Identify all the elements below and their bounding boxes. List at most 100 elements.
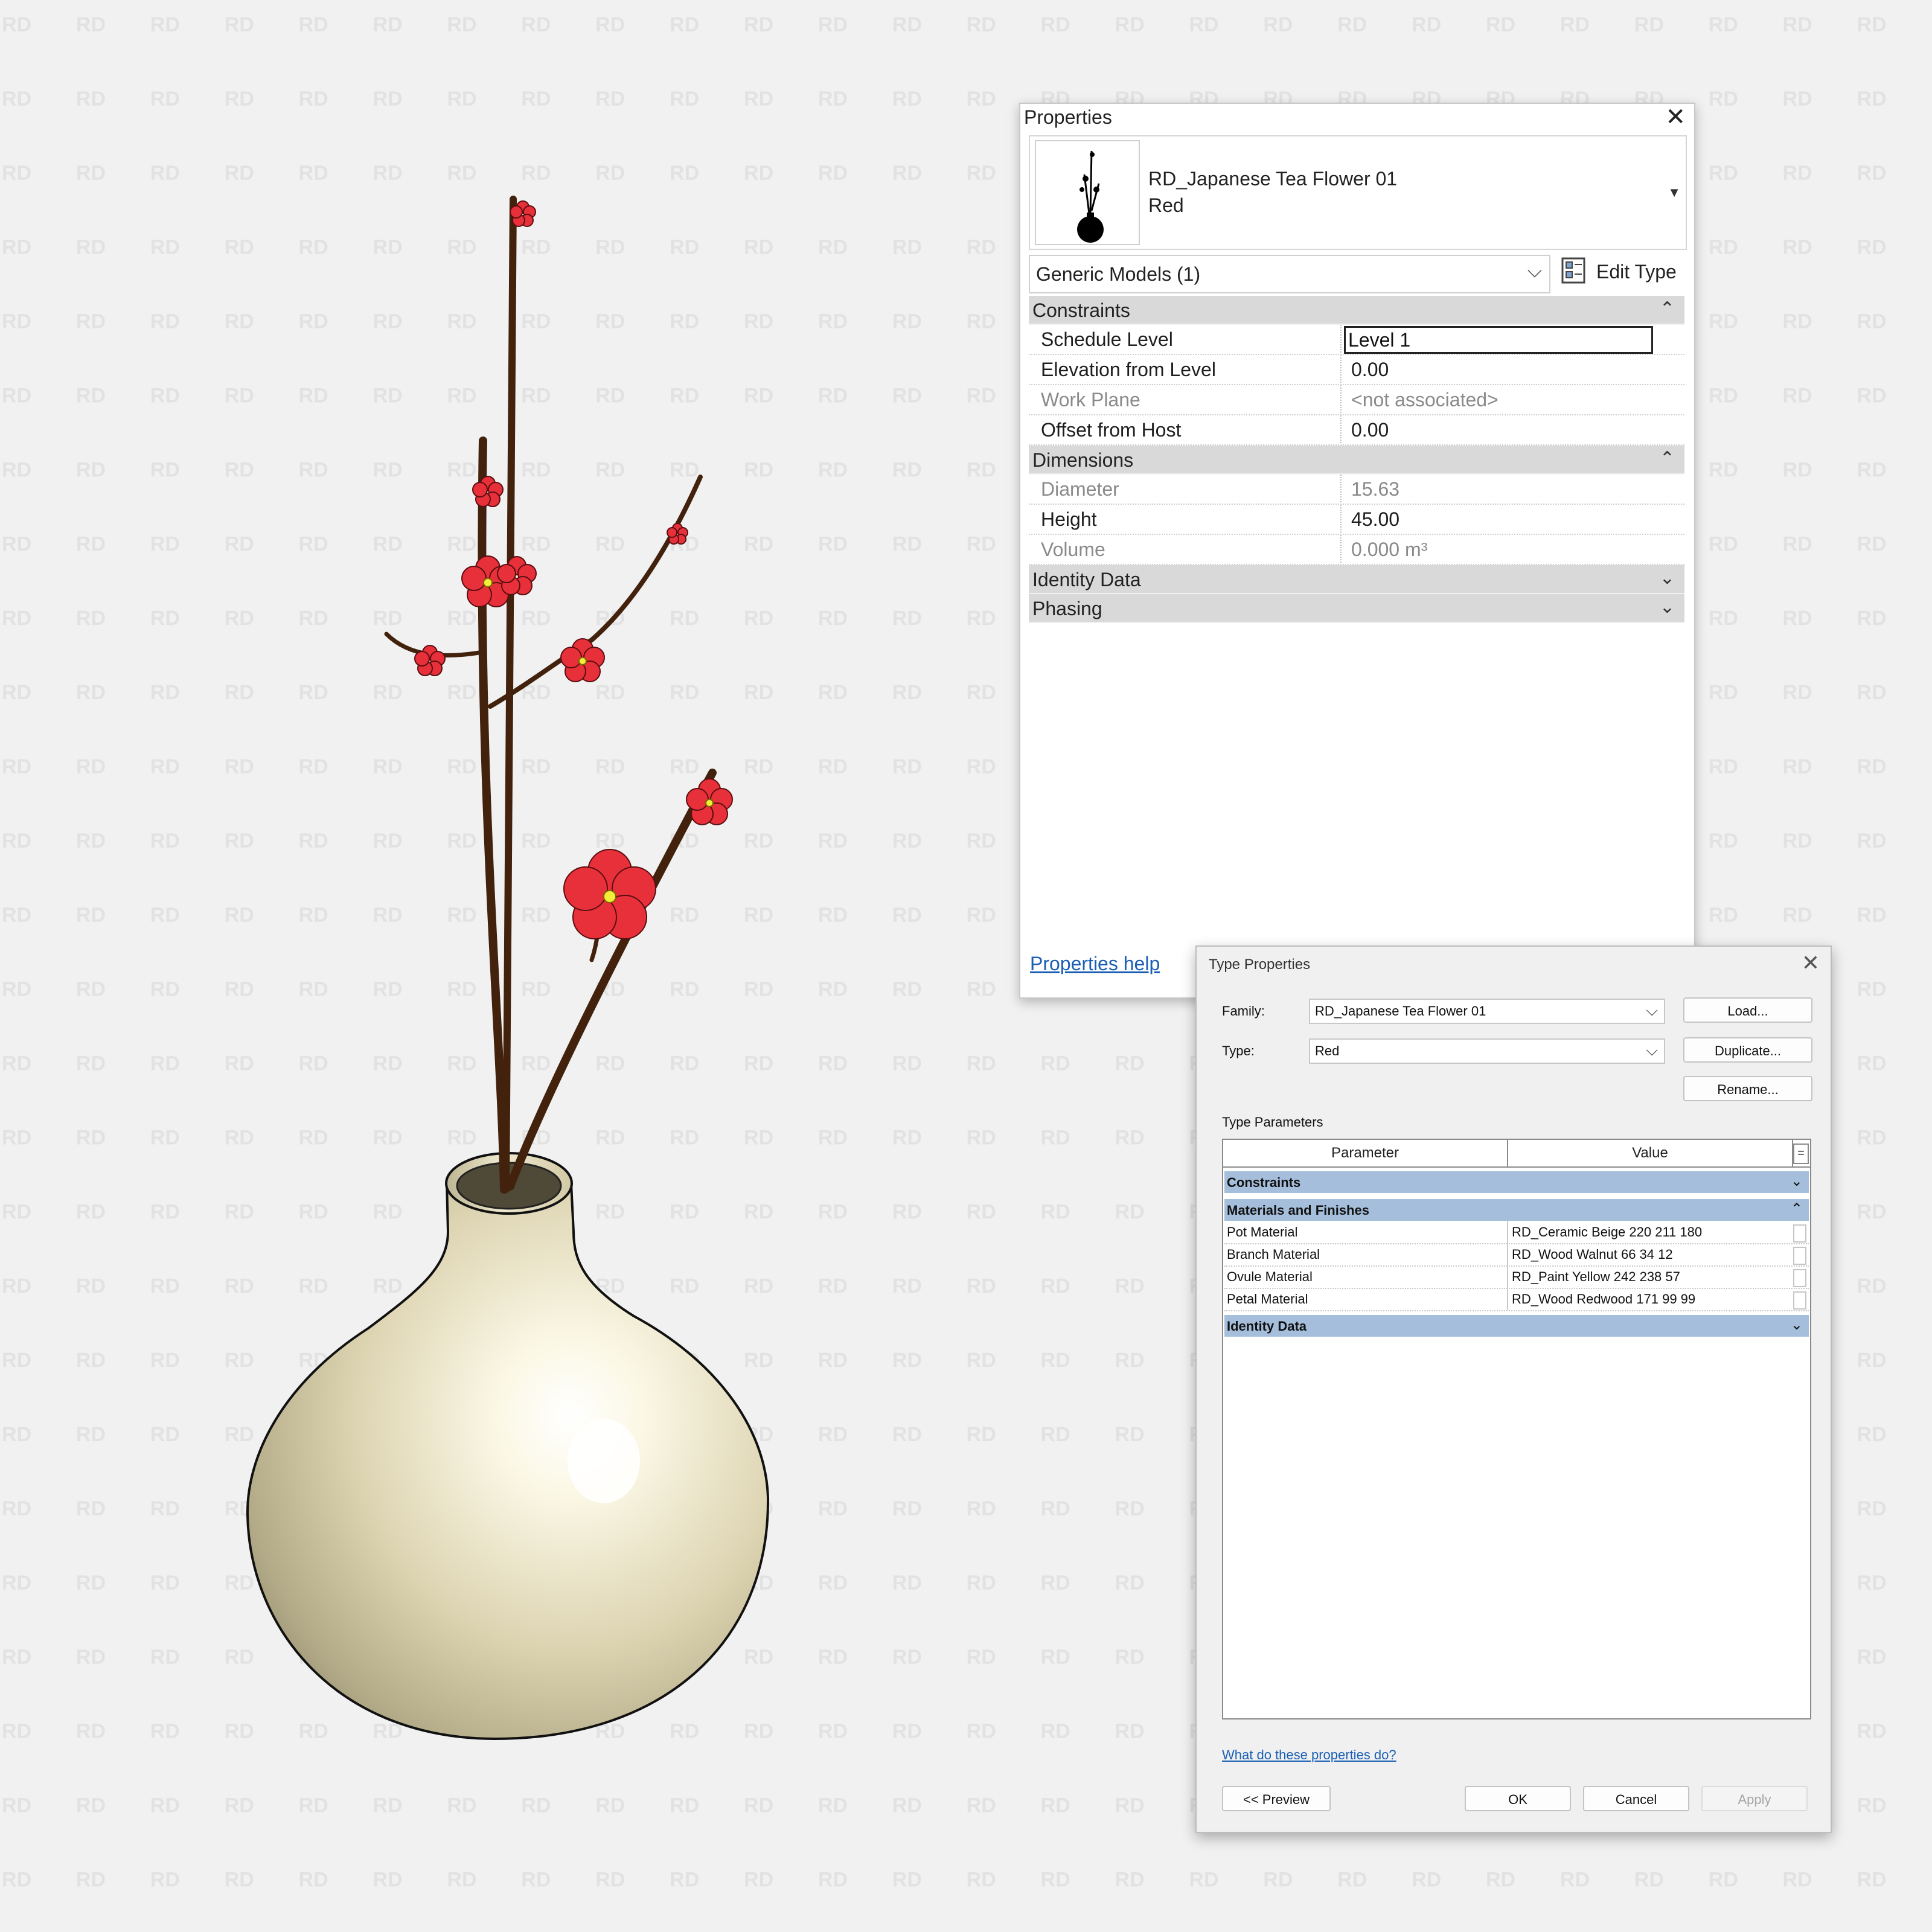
property-row-elevation[interactable]: Elevation from Level 0.00: [1029, 355, 1684, 385]
property-name: Work Plane: [1041, 389, 1140, 411]
property-value[interactable]: 45.00: [1351, 508, 1399, 531]
property-row-height[interactable]: Height 45.00: [1029, 505, 1684, 535]
group-constraints[interactable]: Constraints ⌄: [1224, 1171, 1809, 1193]
family-label: Family:: [1222, 1003, 1265, 1019]
vase-thumbnail-icon: [1035, 140, 1140, 245]
group-label: Identity Data: [1227, 1319, 1307, 1334]
group-label: Materials and Finishes: [1227, 1203, 1369, 1218]
expand-icon[interactable]: ⌄: [1791, 1316, 1803, 1334]
type-family-name: RD_Japanese Tea Flower 01: [1148, 168, 1398, 190]
load-button[interactable]: Load...: [1683, 997, 1812, 1023]
edit-type-label: Edit Type: [1596, 261, 1677, 283]
apply-button[interactable]: Apply: [1701, 1786, 1808, 1811]
family-select-value: RD_Japanese Tea Flower 01: [1315, 1003, 1486, 1019]
type-select[interactable]: Red ⌵: [1309, 1038, 1665, 1064]
cancel-button[interactable]: Cancel: [1583, 1786, 1689, 1811]
group-constraints[interactable]: Constraints ⌃: [1029, 296, 1684, 325]
property-name: Volume: [1041, 539, 1105, 560]
browse-material-button[interactable]: [1793, 1224, 1806, 1243]
category-filter-value: Generic Models (1): [1036, 263, 1201, 285]
type-properties-dialog: Type Properties ✕ Family: RD_Japanese Te…: [1195, 945, 1832, 1833]
group-label: Constraints: [1227, 1175, 1301, 1190]
property-name: Offset from Host: [1041, 419, 1182, 441]
close-icon[interactable]: ✕: [1665, 104, 1686, 130]
vase-branches: [384, 196, 717, 1194]
property-row-diameter: Diameter 15.63: [1029, 475, 1684, 505]
browse-material-button[interactable]: [1793, 1247, 1806, 1265]
parameter-name: Petal Material: [1227, 1291, 1308, 1307]
property-value: <not associated>: [1351, 389, 1499, 411]
property-value: 15.63: [1351, 478, 1400, 500]
table-row[interactable]: Pot Material RD_Ceramic Beige 220 211 18…: [1224, 1221, 1809, 1244]
expand-icon[interactable]: ⌄: [1660, 568, 1675, 589]
property-name: Diameter: [1041, 478, 1119, 500]
group-phasing[interactable]: Phasing ⌄: [1029, 594, 1684, 623]
edit-type-icon: [1561, 257, 1585, 284]
properties-help-link[interactable]: Properties help: [1030, 953, 1160, 975]
table-header: Parameter Value =: [1223, 1140, 1810, 1168]
table-row[interactable]: Branch Material RD_Wood Walnut 66 34 12: [1224, 1243, 1809, 1267]
property-name: Schedule Level: [1041, 328, 1173, 350]
group-dimensions[interactable]: Dimensions ⌃: [1029, 446, 1684, 475]
collapse-icon[interactable]: ⌃: [1791, 1200, 1803, 1218]
column-header-parameter[interactable]: Parameter: [1223, 1140, 1508, 1166]
parameter-name: Pot Material: [1227, 1224, 1298, 1239]
property-name: Height: [1041, 508, 1097, 530]
category-filter-select[interactable]: Generic Models (1) ⌵: [1029, 255, 1550, 293]
parameter-value[interactable]: RD_Wood Redwood 171 99 99: [1512, 1291, 1695, 1307]
chevron-down-icon: ⌵: [1646, 1001, 1658, 1019]
chevron-down-icon: ⌵: [1527, 260, 1542, 281]
property-row-volume: Volume 0.000 m³: [1029, 535, 1684, 565]
expand-icon[interactable]: ⌄: [1660, 597, 1675, 618]
column-header-value[interactable]: Value: [1508, 1140, 1793, 1166]
duplicate-button[interactable]: Duplicate...: [1683, 1037, 1812, 1063]
parameter-name: Branch Material: [1227, 1247, 1320, 1262]
group-identity-data[interactable]: Identity Data ⌄: [1029, 565, 1684, 594]
group-identity-data[interactable]: Identity Data ⌄: [1224, 1315, 1809, 1337]
property-value[interactable]: 0.00: [1351, 419, 1389, 441]
schedule-level-input[interactable]: Level 1: [1344, 326, 1653, 354]
table-row[interactable]: Petal Material RD_Wood Redwood 171 99 99: [1224, 1288, 1809, 1311]
type-selector[interactable]: RD_Japanese Tea Flower 01 Red ▼: [1029, 135, 1687, 250]
vase-pot: [246, 1152, 770, 1741]
type-select-value: Red: [1315, 1043, 1340, 1058]
collapse-icon[interactable]: ⌃: [1660, 298, 1675, 319]
dialog-title: Type Properties: [1209, 956, 1311, 973]
property-row-work-plane: Work Plane <not associated>: [1029, 385, 1684, 415]
browse-material-button[interactable]: [1793, 1269, 1806, 1287]
properties-titlebar[interactable]: Properties ✕: [1020, 104, 1694, 133]
what-do-these-properties-do-link[interactable]: What do these properties do?: [1222, 1747, 1396, 1763]
group-label: Phasing: [1032, 598, 1102, 619]
expand-icon[interactable]: ⌄: [1791, 1172, 1803, 1190]
parameter-value[interactable]: RD_Ceramic Beige 220 211 180: [1512, 1224, 1702, 1240]
family-select[interactable]: RD_Japanese Tea Flower 01 ⌵: [1309, 999, 1665, 1024]
collapse-icon[interactable]: ⌃: [1660, 448, 1675, 469]
property-row-offset-from-host[interactable]: Offset from Host 0.00: [1029, 415, 1684, 446]
type-name: Red: [1148, 194, 1184, 216]
table-row[interactable]: Ovule Material RD_Paint Yellow 242 238 5…: [1224, 1265, 1809, 1289]
preview-button[interactable]: << Preview: [1222, 1786, 1331, 1811]
vase-render: [246, 196, 770, 1741]
ok-button[interactable]: OK: [1465, 1786, 1571, 1811]
close-icon[interactable]: ✕: [1802, 950, 1820, 976]
rename-button[interactable]: Rename...: [1683, 1076, 1812, 1101]
properties-title: Properties: [1024, 106, 1112, 128]
group-label: Dimensions: [1032, 449, 1134, 471]
group-label: Constraints: [1032, 299, 1130, 321]
properties-palette: Properties ✕ RD_Japanese Tea Flower 01 R…: [1019, 103, 1695, 999]
chevron-down-icon: ⌵: [1646, 1041, 1658, 1059]
dropdown-arrow-icon[interactable]: ▼: [1668, 185, 1681, 200]
toggle-groups-button[interactable]: =: [1793, 1144, 1809, 1164]
browse-material-button[interactable]: [1793, 1291, 1806, 1310]
instance-properties-grid: Constraints ⌃ Schedule Level Level 1 Ele…: [1029, 296, 1684, 623]
group-materials-and-finishes[interactable]: Materials and Finishes ⌃: [1224, 1199, 1809, 1221]
property-value[interactable]: 0.00: [1351, 359, 1389, 381]
property-row-schedule-level[interactable]: Schedule Level Level 1: [1029, 325, 1684, 355]
type-parameters-table: Parameter Value = Constraints ⌄ Material…: [1222, 1139, 1811, 1719]
group-label: Identity Data: [1032, 569, 1141, 590]
type-label: Type:: [1222, 1043, 1255, 1058]
property-name: Elevation from Level: [1041, 359, 1216, 380]
parameter-value[interactable]: RD_Paint Yellow 242 238 57: [1512, 1269, 1680, 1285]
property-value: Level 1: [1348, 329, 1411, 351]
parameter-value[interactable]: RD_Wood Walnut 66 34 12: [1512, 1247, 1673, 1262]
